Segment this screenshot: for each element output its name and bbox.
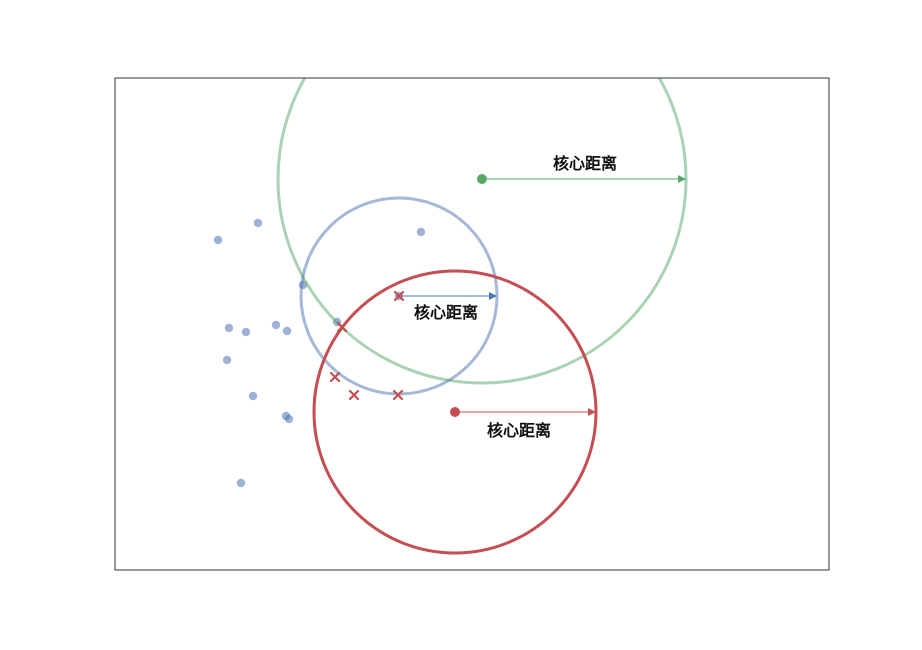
blue-core-distance-label: 核心距离 xyxy=(414,303,478,322)
sample-point xyxy=(213,235,223,245)
sample-point xyxy=(224,323,234,333)
neighbor-markers xyxy=(329,290,405,401)
sample-point xyxy=(284,414,294,424)
neighbor-x-marker xyxy=(348,389,360,401)
sample-point xyxy=(282,326,292,336)
plot-area: 核心距离 核心距离 核心距离 xyxy=(213,78,688,555)
sample-point xyxy=(241,327,251,337)
sample-point xyxy=(253,218,263,228)
core-distance-diagram: 核心距离 核心距离 核心距离 xyxy=(114,77,830,571)
sample-point xyxy=(271,320,281,330)
sample-point xyxy=(416,227,426,237)
plot-frame xyxy=(114,77,830,571)
red-core-distance-label: 核心距离 xyxy=(487,421,551,440)
sample-point xyxy=(236,478,246,488)
neighbor-x-marker xyxy=(329,371,341,383)
green-core-distance-label: 核心距离 xyxy=(553,154,617,173)
sample-point xyxy=(222,355,232,365)
sample-point xyxy=(248,391,258,401)
